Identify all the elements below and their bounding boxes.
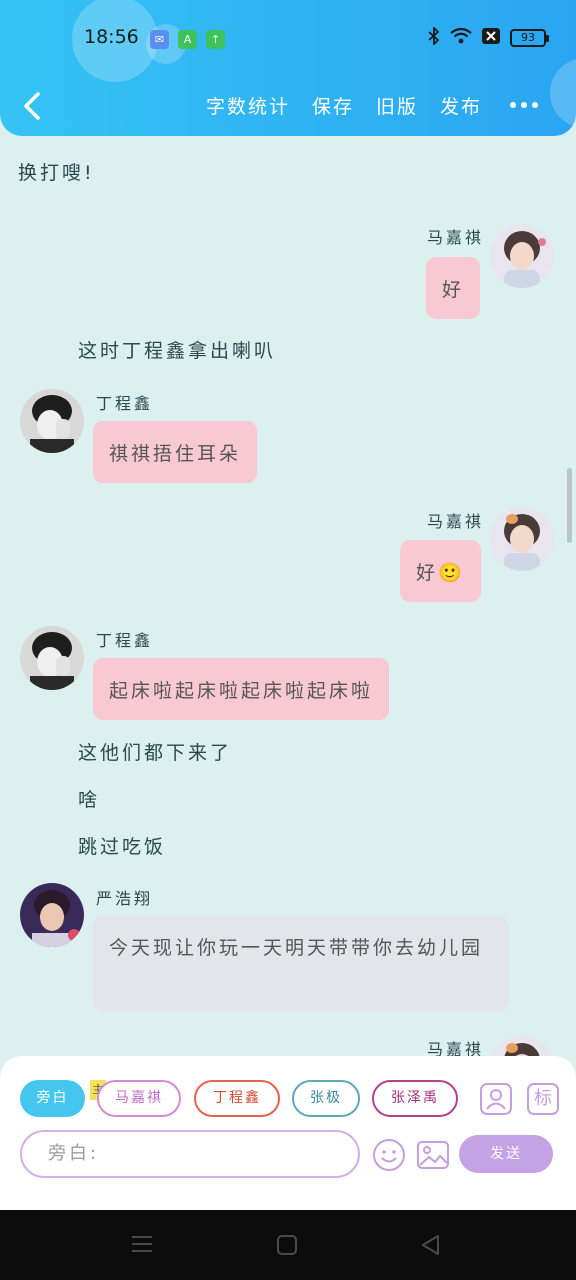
message-input[interactable]: 旁白: (20, 1130, 360, 1178)
emoji-button[interactable] (372, 1138, 406, 1176)
avatar-ma-jiaqi[interactable] (490, 507, 554, 571)
message-bubble: 今天现让你玩一天明天带带你去幼儿园 (93, 916, 509, 1011)
role-ding-chengxin[interactable]: 丁程鑫 (194, 1080, 280, 1117)
wifi-icon (450, 27, 472, 48)
scrollbar[interactable] (567, 468, 572, 543)
avatar-ding-chengxin[interactable] (20, 389, 84, 453)
speaker-name: 严浩翔 (96, 889, 154, 908)
update-icon: ↑ (206, 30, 225, 49)
narration-line: 这时丁程鑫拿出喇叭 (78, 340, 277, 362)
role-zhang-ji[interactable]: 张极 (292, 1080, 360, 1117)
status-icons: 93 (428, 25, 549, 49)
narration-line: 这他们都下来了 (78, 742, 233, 764)
message-bubble: 好 (426, 257, 481, 319)
speaker-name: 马嘉祺 (426, 512, 484, 531)
top-bar: 18:56 ✉ A ↑ 93 字数统计 保存 旧版 发布 (0, 0, 576, 136)
message-bubble: 起床啦起床啦起床啦起床啦 (93, 658, 390, 720)
avatar-yan-haoxiang[interactable] (20, 883, 84, 947)
dot (532, 102, 538, 108)
send-button[interactable]: 发送 (459, 1135, 553, 1173)
back-nav-icon[interactable] (420, 1234, 442, 1260)
decor-bubble (550, 58, 576, 128)
chevron-left-icon (24, 92, 40, 120)
save-button[interactable]: 保存 (312, 92, 354, 119)
role-ma-jiaqi[interactable]: 马嘉祺 (97, 1080, 181, 1117)
narration-line: 换打嗖! (18, 162, 95, 184)
image-button[interactable] (416, 1138, 450, 1176)
message-bubble: 好🙂 (400, 540, 481, 602)
bluetooth-icon (428, 25, 440, 49)
system-nav-bar (0, 1210, 576, 1280)
dot (510, 102, 516, 108)
speaker-name: 马嘉祺 (426, 1040, 484, 1056)
old-version-button[interactable]: 旧版 (376, 92, 418, 119)
avatar-ma-jiaqi[interactable] (490, 1036, 554, 1056)
speaker-name: 丁程鑫 (96, 631, 154, 650)
app-a-icon: A (178, 30, 197, 49)
image-icon (417, 1141, 449, 1169)
chat-app-icon: ✉ (150, 30, 169, 49)
smile-icon (373, 1139, 405, 1171)
home-icon[interactable] (276, 1234, 298, 1260)
menu-icon[interactable] (131, 1234, 153, 1258)
avatar-ding-chengxin[interactable] (20, 626, 84, 690)
avatar-ma-jiaqi[interactable] (490, 224, 554, 288)
speaker-name: 丁程鑫 (96, 394, 154, 413)
role-narrator[interactable]: 旁白 (20, 1080, 85, 1117)
battery-indicator: 93 (510, 29, 549, 47)
narration-line: 跳过吃饭 (78, 836, 167, 858)
narration-line: 啥 (78, 789, 101, 811)
message-bubble: 祺祺捂住耳朵 (93, 421, 258, 483)
speaker-name: 马嘉祺 (426, 228, 484, 247)
publish-button[interactable]: 发布 (440, 92, 482, 119)
no-sim-icon (482, 28, 500, 48)
person-icon (486, 1089, 506, 1110)
more-menu-button[interactable] (510, 102, 538, 108)
character-settings-button[interactable] (480, 1083, 512, 1115)
back-button[interactable] (20, 90, 44, 122)
compose-panel: 旁白 主 马嘉祺 丁程鑫 张极 张泽禹 标 旁白: 发送 (0, 1056, 576, 1210)
role-zhang-zeyu[interactable]: 张泽禹 (372, 1080, 458, 1117)
tag-button[interactable]: 标 (527, 1083, 559, 1115)
status-time: 18:56 (84, 26, 139, 48)
header-actions: 字数统计 保存 旧版 发布 (206, 92, 482, 119)
word-count-button[interactable]: 字数统计 (206, 92, 290, 119)
chat-area[interactable]: 换打嗖! 马嘉祺 好 这时丁程鑫拿出喇叭 丁程鑫 祺祺捂住耳朵 马嘉祺 好🙂 丁… (0, 136, 576, 1056)
dot (521, 102, 527, 108)
